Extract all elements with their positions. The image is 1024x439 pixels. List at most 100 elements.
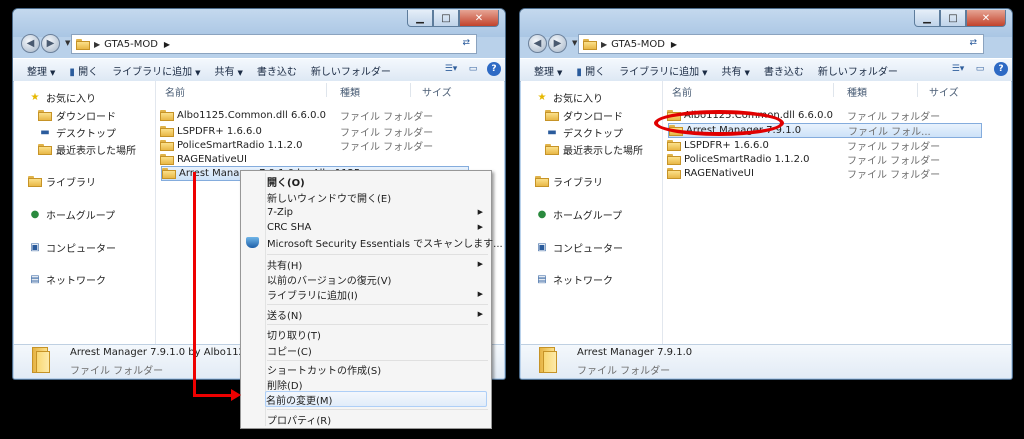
address-bar[interactable]: ▶ GTA5-MOD ▶ ⇄ <box>71 34 477 54</box>
nav-recent-places[interactable]: 最近表示した場所 <box>38 141 136 157</box>
file-row[interactable]: LSPDFR+ 1.6.6.0 ファイル フォルダー <box>667 138 997 153</box>
organize-button[interactable]: 整理 ▼ <box>534 63 562 78</box>
history-dropdown-icon[interactable]: ▼ <box>65 39 70 47</box>
file-row[interactable]: PoliceSmartRadio 1.1.2.0 ファイル フォルダー <box>667 152 997 167</box>
menu-item-mse-scan[interactable]: Microsoft Security Essentials でスキャンします..… <box>267 234 503 250</box>
back-button[interactable]: ◀ <box>21 34 40 53</box>
add-to-library-button[interactable]: ライブラリに追加 ▼ <box>112 63 200 78</box>
breadcrumb-chevron-icon[interactable]: ▶ <box>94 40 100 49</box>
menu-item-cut[interactable]: 切り取り(T) <box>267 326 487 342</box>
view-options-icon[interactable]: ☰▾ <box>950 62 966 76</box>
help-icon[interactable]: ? <box>994 62 1008 76</box>
help-icon[interactable]: ? <box>487 62 501 76</box>
view-options-icon[interactable]: ☰▾ <box>443 62 459 76</box>
maximize-button[interactable]: □ <box>433 10 459 27</box>
column-size[interactable]: サイズ <box>929 84 959 99</box>
new-folder-button[interactable]: 新しいフォルダー <box>818 63 898 78</box>
add-to-library-button[interactable]: ライブラリに追加 ▼ <box>619 63 707 78</box>
nav-libraries[interactable]: ライブラリ <box>28 173 96 189</box>
submenu-arrow-icon: ▶ <box>477 260 483 268</box>
breadcrumb-chevron-icon[interactable]: ▶ <box>671 40 677 49</box>
back-button[interactable]: ◀ <box>528 34 547 53</box>
folder-icon <box>667 154 681 165</box>
menu-item-share[interactable]: 共有(H) ▶ <box>267 256 487 272</box>
downloads-folder-icon <box>38 109 52 121</box>
nav-favorites[interactable]: ★ お気に入り <box>28 89 96 105</box>
menu-item-properties[interactable]: プロパティ(R) <box>267 411 487 427</box>
folder-icon <box>76 38 90 50</box>
nav-libraries[interactable]: ライブラリ <box>535 173 603 189</box>
desktop-icon: ▬ <box>547 126 557 138</box>
explorer-window-right: ▁ □ ✕ ◀ ▶ ▼ ▶ GTA5-MOD ▶ ⇄ 整理 ▼ ▮ 開く ライブラ… <box>519 8 1013 380</box>
nav-homegroup[interactable]: ● ホームグループ <box>28 206 115 222</box>
menu-item-copy[interactable]: コピー(C) <box>267 342 487 358</box>
maximize-button[interactable]: □ <box>940 10 966 27</box>
refresh-icon[interactable]: ⇄ <box>969 38 977 48</box>
menu-item-open[interactable]: 開く(O) <box>267 173 487 189</box>
libraries-icon <box>28 175 42 187</box>
share-button[interactable]: 共有 ▼ <box>721 63 749 78</box>
nav-favorites[interactable]: ★ お気に入り <box>535 89 603 105</box>
file-row[interactable]: RAGENativeUI ファイル フォルダー <box>667 166 997 181</box>
menu-item-create-shortcut[interactable]: ショートカットの作成(S) <box>267 361 487 377</box>
breadcrumb-chevron-icon[interactable]: ▶ <box>601 40 607 49</box>
file-row[interactable]: Albo1125.Common.dll 6.6.0.0 ファイル フォルダー <box>160 108 490 123</box>
nav-desktop[interactable]: ▬ デスクトップ <box>545 124 623 140</box>
address-bar[interactable]: ▶ GTA5-MOD ▶ ⇄ <box>578 34 984 54</box>
history-dropdown-icon[interactable]: ▼ <box>572 39 577 47</box>
annotation-highlight-circle <box>654 110 784 136</box>
burn-button[interactable]: 書き込む <box>257 63 297 78</box>
menu-item-crc-sha[interactable]: CRC SHA ▶ <box>267 219 487 235</box>
breadcrumb-path[interactable]: GTA5-MOD <box>611 39 665 50</box>
computer-icon: ▣ <box>30 241 40 253</box>
column-type[interactable]: 種類 <box>340 84 360 99</box>
file-row[interactable]: RAGENativeUI <box>160 152 490 167</box>
nav-recent-places[interactable]: 最近表示した場所 <box>545 141 643 157</box>
column-name[interactable]: 名前 <box>672 84 692 99</box>
forward-button[interactable]: ▶ <box>41 34 60 53</box>
menu-item-send-to[interactable]: 送る(N) ▶ <box>267 306 487 322</box>
column-type[interactable]: 種類 <box>847 84 867 99</box>
burn-button[interactable]: 書き込む <box>764 63 804 78</box>
forward-button[interactable]: ▶ <box>548 34 567 53</box>
submenu-arrow-icon: ▶ <box>477 290 483 298</box>
folder-icon <box>667 168 681 179</box>
share-button[interactable]: 共有 ▼ <box>214 63 242 78</box>
nav-network[interactable]: ▤ ネットワーク <box>28 271 106 287</box>
menu-item-restore-previous[interactable]: 以前のバージョンの復元(V) <box>267 271 487 287</box>
details-name: Arrest Manager 7.9.1.0 by Albo1125... <box>70 347 261 358</box>
menu-item-open-new-window[interactable]: 新しいウィンドウで開く(E) <box>267 189 487 205</box>
preview-pane-icon[interactable]: ▭ <box>465 62 481 76</box>
refresh-icon[interactable]: ⇄ <box>462 38 470 48</box>
preview-pane-icon[interactable]: ▭ <box>972 62 988 76</box>
breadcrumb-chevron-icon[interactable]: ▶ <box>164 40 170 49</box>
menu-item-7zip[interactable]: 7-Zip ▶ <box>267 204 487 220</box>
menu-item-add-to-library[interactable]: ライブラリに追加(I) ▶ <box>267 286 487 302</box>
homegroup-icon: ● <box>537 208 547 220</box>
nav-downloads[interactable]: ダウンロード <box>38 107 116 123</box>
nav-desktop[interactable]: ▬ デスクトップ <box>38 124 116 140</box>
column-size[interactable]: サイズ <box>422 84 452 99</box>
computer-icon: ▣ <box>537 241 547 253</box>
open-button[interactable]: ▮ 開く <box>576 63 605 78</box>
nav-network[interactable]: ▤ ネットワーク <box>535 271 613 287</box>
file-row[interactable]: PoliceSmartRadio 1.1.2.0 ファイル フォルダー <box>160 138 490 153</box>
menu-item-delete[interactable]: 削除(D) <box>267 376 487 392</box>
nav-downloads[interactable]: ダウンロード <box>545 107 623 123</box>
close-button[interactable]: ✕ <box>459 10 499 27</box>
close-button[interactable]: ✕ <box>966 10 1006 27</box>
column-name[interactable]: 名前 <box>165 84 185 99</box>
new-folder-button[interactable]: 新しいフォルダー <box>311 63 391 78</box>
column-headers: 名前 種類 サイズ <box>156 81 504 99</box>
file-row[interactable]: LSPDFR+ 1.6.6.0 ファイル フォルダー <box>160 124 490 139</box>
minimize-button[interactable]: ▁ <box>407 10 433 27</box>
organize-button[interactable]: 整理 ▼ <box>27 63 55 78</box>
nav-computer[interactable]: ▣ コンピューター <box>28 239 116 255</box>
open-button[interactable]: ▮ 開く <box>69 63 98 78</box>
nav-homegroup[interactable]: ● ホームグループ <box>535 206 622 222</box>
minimize-button[interactable]: ▁ <box>914 10 940 27</box>
breadcrumb-path[interactable]: GTA5-MOD <box>104 39 158 50</box>
nav-computer[interactable]: ▣ コンピューター <box>535 239 623 255</box>
column-headers: 名前 種類 サイズ <box>663 81 1011 99</box>
menu-item-rename[interactable]: 名前の変更(M) <box>265 391 487 407</box>
